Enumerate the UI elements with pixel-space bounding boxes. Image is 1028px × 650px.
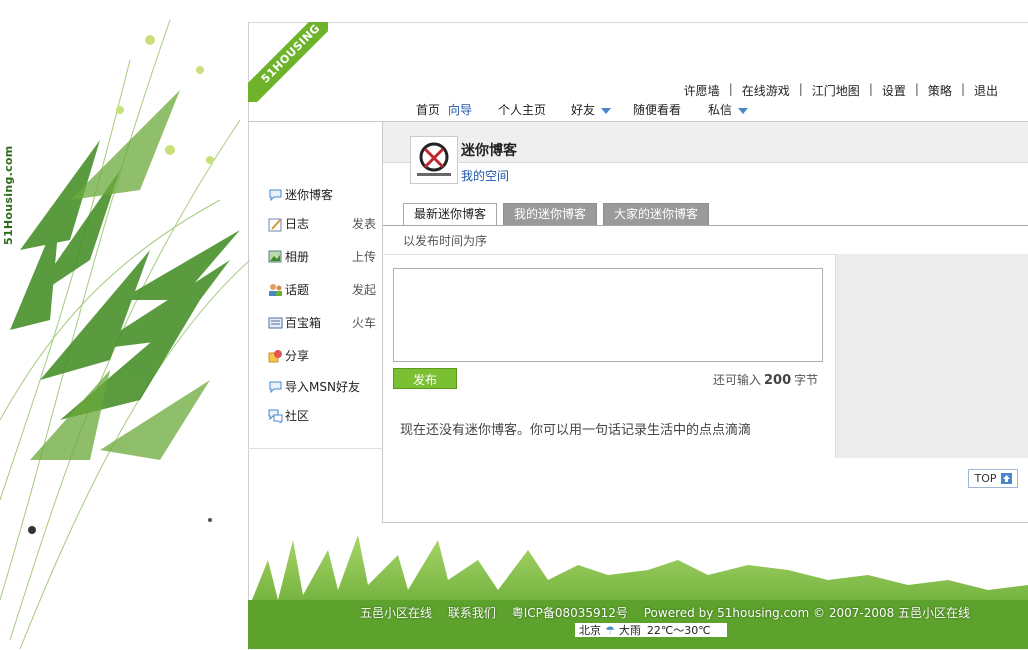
sidebar-item-journal[interactable]: 日志 发表 [268,213,376,233]
share-icon [268,349,283,362]
sidebar-item-album[interactable]: 相册 上传 [268,246,376,266]
top-link-wishwall[interactable]: 许愿墙 [684,82,720,99]
sidebar-item-label: 日志 [285,216,310,231]
sidebar-action-post[interactable]: 发表 [352,215,376,232]
brand-ribbon: 51HOUSING [248,22,328,102]
sidebar-item-label: 社区 [285,408,310,423]
footer-site-link[interactable]: 五邑小区在线 [360,606,432,620]
avatar[interactable] [410,136,458,184]
rain-icon: ☂ [605,623,615,637]
top-link-games[interactable]: 在线游戏 [742,82,790,99]
arrow-up-icon [1000,473,1012,484]
remain-prefix: 还可输入 [713,373,762,387]
sidebar-item-label: 导入MSN好友 [285,379,360,394]
top-link-strategy[interactable]: 策略 [928,82,952,99]
sidebar-item-community[interactable]: 社区 [268,405,376,425]
weather-temp: 22℃～30℃ [646,624,711,637]
sidebar-item-label: 话题 [285,282,310,297]
photo-icon [268,250,283,263]
ribbon-text: 51HOUSING [248,22,328,102]
tabs-underline [383,225,1028,226]
footer-powered: Powered by 51housing.com © 2007-2008 五邑小… [643,606,971,620]
pencil-note-icon [268,217,283,231]
empty-message: 现在还没有迷你博客。你可以用一句话记录生活中的点点滴滴 [400,423,752,438]
tab-bar: 最新迷你博客 我的迷你博客 大家的迷你博客 [403,203,715,226]
top-label: TOP [974,472,997,485]
post-button[interactable]: 发布 [393,368,457,389]
sort-note: 以发布时间为序 [403,234,488,248]
background-foliage [0,0,250,649]
separator: | [868,82,873,96]
remain-count: 200 [764,373,792,388]
footer-icp-link[interactable]: 粤ICP备08035912号 [512,606,628,620]
nav-friends[interactable]: 好友 [571,101,612,118]
separator: | [798,82,803,96]
sidebar-item-miniblog[interactable]: 迷你博客 [268,184,376,204]
separator: | [914,82,919,96]
community-icon [268,409,283,424]
toolbox-icon [268,316,283,329]
top-links: 许愿墙 | 在线游戏 | 江门地图 | 设置 | 策略 | 退出 [684,82,998,99]
nav-personal[interactable]: 个人主页 [498,101,546,118]
tab-latest[interactable]: 最新迷你博客 [403,203,498,226]
weather-city: 北京 [579,624,601,637]
chevron-down-icon [601,107,612,114]
sidebar-divider [248,448,382,449]
weather-condition: 大雨 [618,624,641,637]
nav-browse[interactable]: 随便看看 [633,101,681,118]
sidebar-action-upload[interactable]: 上传 [352,248,376,265]
sidebar-action-train[interactable]: 火车 [352,314,376,331]
top-link-settings[interactable]: 设置 [882,82,906,99]
miniblog-input[interactable] [393,268,823,362]
char-remaining: 还可输入 200 字节 [713,371,818,388]
sidebar-item-topic[interactable]: 话题 发起 [268,279,376,299]
top-link-logout[interactable]: 退出 [974,82,998,99]
remain-suffix: 字节 [794,373,819,387]
people-icon [268,283,283,296]
sidebar-item-share[interactable]: 分享 [268,345,376,365]
chat-bubble-icon [268,188,283,201]
post-panel: 发布 还可输入 200 字节 现在还没有迷你博客。你可以用一句话记录生活中的点点滴滴 [383,254,835,459]
right-column [835,254,1028,458]
footer-contact-link[interactable]: 联系我们 [448,606,496,620]
brand-vertical-text: 51Housing.com [2,145,15,245]
sidebar-item-toolbox[interactable]: 百宝箱 火车 [268,312,376,332]
my-space-link[interactable]: 我的空间 [461,167,509,184]
sidebar-item-label: 百宝箱 [285,315,322,330]
nav-friends-label: 好友 [571,103,596,117]
back-to-top-button[interactable]: TOP [968,469,1018,488]
separator: | [728,82,733,96]
page-title: 迷你博客 [461,143,517,159]
sidebar-item-label: 迷你博客 [285,187,334,202]
sidebar-item-msn-import[interactable]: 导入MSN好友 [268,376,376,396]
weather-widget: 北京 ☂ 大雨 22℃～30℃ [575,623,727,637]
nav-messages[interactable]: 私信 [708,101,749,118]
sidebar-item-label: 相册 [285,249,310,264]
chat-bubble-icon [268,380,283,393]
separator: | [960,82,965,96]
sidebar-item-label: 分享 [285,348,310,363]
nav-messages-label: 私信 [708,103,733,117]
top-link-map[interactable]: 江门地图 [812,82,860,99]
nav-guide[interactable]: 向导 [448,101,472,118]
content-area: 迷你博客 我的空间 最新迷你博客 我的迷你博客 大家的迷你博客 以发布时间为序 … [382,122,1028,523]
chevron-down-icon [738,107,749,114]
sidebar-action-start[interactable]: 发起 [352,281,376,298]
footer: 五邑小区在线 联系我们 粤ICP备08035912号 Powered by 51… [360,604,982,621]
tab-everyone[interactable]: 大家的迷你博客 [603,203,710,226]
tab-mine[interactable]: 我的迷你博客 [503,203,598,226]
nav-home[interactable]: 首页 [416,101,440,118]
